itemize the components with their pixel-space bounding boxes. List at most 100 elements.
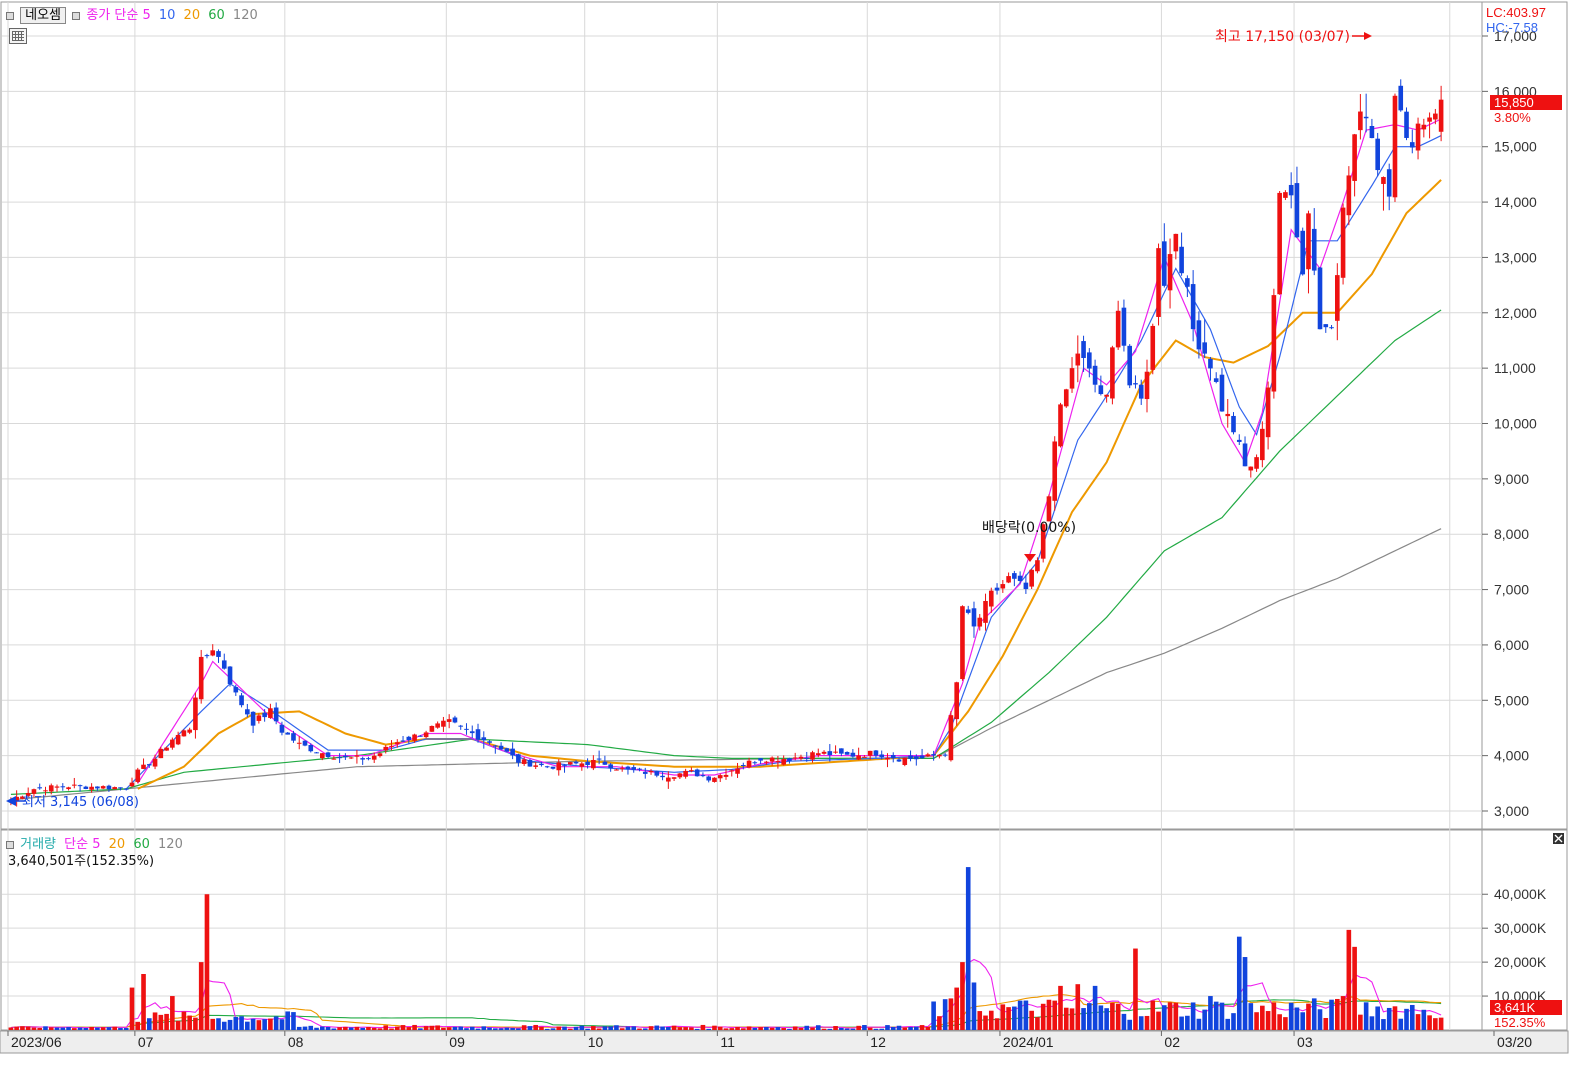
- volume-bar: [948, 998, 954, 1030]
- last-price-change: 3.80%: [1494, 110, 1531, 125]
- candle: [250, 711, 256, 726]
- volume-bar: [233, 1017, 239, 1030]
- volume-bar: [1288, 1002, 1294, 1030]
- ma10-label[interactable]: 10: [159, 8, 176, 23]
- volume-bar: [464, 1028, 469, 1030]
- symbol-name[interactable]: 네오셈: [20, 7, 67, 24]
- candle: [694, 769, 700, 777]
- volume-bar: [146, 1018, 152, 1030]
- candle: [1208, 358, 1213, 369]
- candle: [758, 758, 763, 761]
- candle: [960, 606, 965, 680]
- table-grid-icon[interactable]: [9, 28, 27, 44]
- candle: [1317, 267, 1323, 330]
- date-tick-label: 08: [288, 1034, 304, 1050]
- date-axis-bar: [0, 1030, 1569, 1054]
- volume-bar: [354, 1026, 360, 1030]
- candle: [729, 770, 735, 772]
- candle: [527, 759, 533, 767]
- volume-bar: [1421, 1009, 1427, 1030]
- candle: [216, 651, 221, 657]
- ma20-label[interactable]: 20: [184, 8, 201, 23]
- volume-bar: [677, 1027, 683, 1030]
- volume-bar: [360, 1027, 365, 1030]
- volume-bar: [556, 1026, 562, 1030]
- date-tick-label: 2024/01: [1003, 1034, 1054, 1050]
- vol-ma120-label[interactable]: 120: [158, 837, 183, 852]
- volume-bar: [919, 1025, 925, 1030]
- volume-bar: [152, 1012, 158, 1030]
- candle: [106, 785, 112, 790]
- ma120-label[interactable]: 120: [233, 8, 258, 23]
- candle: [1115, 310, 1121, 348]
- volume-bar: [1375, 1006, 1380, 1030]
- date-tick-label: 03: [1297, 1034, 1313, 1050]
- volume-bar: [187, 1015, 192, 1030]
- candle: [642, 771, 648, 774]
- volume-bar: [394, 1026, 400, 1030]
- volume-bar: [925, 1026, 931, 1030]
- volume-bar: [1415, 1014, 1421, 1030]
- volume-bar: [960, 962, 965, 1030]
- volume-bar: [423, 1026, 429, 1030]
- volume-bar: [1081, 1008, 1086, 1030]
- volume-bar: [435, 1025, 440, 1030]
- candle: [469, 731, 475, 734]
- date-tick-label: 02: [1164, 1034, 1180, 1050]
- candle: [591, 759, 596, 769]
- volume-bar: [637, 1028, 642, 1030]
- candle: [1346, 175, 1352, 216]
- candle: [493, 745, 498, 747]
- candle: [856, 755, 861, 760]
- volume-bar: [256, 1020, 262, 1030]
- volume-bar: [781, 1028, 786, 1030]
- volume-bar: [325, 1026, 331, 1030]
- candle: [1202, 342, 1207, 354]
- candle: [66, 787, 71, 790]
- price-panel: [0, 1, 1568, 830]
- volume-bar: [268, 1018, 273, 1030]
- volume-bar: [193, 1017, 198, 1030]
- volume-bar: [965, 867, 971, 1030]
- volume-bar: [1202, 1009, 1207, 1030]
- volume-bar: [1358, 1014, 1363, 1030]
- volume-bar: [331, 1028, 337, 1030]
- volume-bar: [585, 1028, 590, 1030]
- candle: [227, 666, 233, 684]
- candle: [1392, 95, 1398, 198]
- volume-bar: [873, 1028, 879, 1030]
- legend-chip-icon: [6, 11, 14, 20]
- candle: [1265, 387, 1271, 438]
- candle: [867, 750, 873, 756]
- volume-bar: [706, 1028, 712, 1030]
- candle: [1133, 383, 1138, 385]
- volume-bar: [1306, 1003, 1311, 1030]
- candle: [193, 697, 198, 731]
- ma-type-label[interactable]: 종가 단순: [86, 8, 138, 23]
- volume-bar: [1173, 1002, 1179, 1030]
- volume-bar: [1035, 1017, 1040, 1030]
- candle: [735, 768, 740, 774]
- volume-bar: [977, 1011, 983, 1030]
- volume-bar: [204, 894, 210, 1030]
- candle: [1185, 278, 1190, 287]
- candle: [965, 609, 971, 613]
- candle: [1363, 116, 1369, 119]
- candle: [37, 787, 43, 789]
- volume-bar: [1110, 1002, 1115, 1030]
- volume-bar: [717, 1026, 723, 1030]
- candle: [262, 712, 267, 718]
- stock-chart[interactable]: 3,000 4,000 5,000 6,000 7,000 8,000 9,000 10,00…: [0, 0, 1580, 1065]
- low-annotation: 최저 3,145 (06/08): [22, 795, 139, 810]
- ma60-label[interactable]: 60: [208, 8, 225, 23]
- volume-bar: [1161, 1005, 1167, 1030]
- date-tick-label: 07: [138, 1034, 154, 1050]
- candle: [1409, 142, 1415, 148]
- price-tick-label: 4,000: [1494, 748, 1529, 764]
- candle: [1000, 584, 1006, 589]
- ma5-label[interactable]: 5: [142, 8, 150, 23]
- volume-bar: [660, 1026, 665, 1030]
- candle: [1029, 569, 1034, 587]
- volume-bar: [377, 1028, 383, 1030]
- candle: [181, 730, 187, 737]
